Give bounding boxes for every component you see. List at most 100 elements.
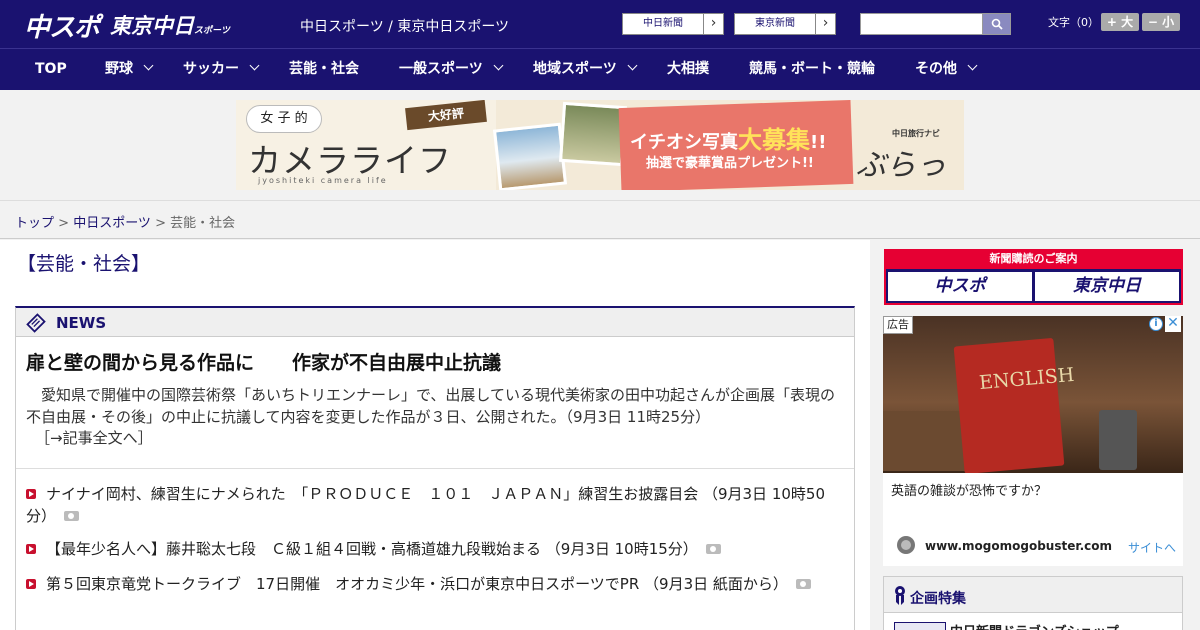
banner-headline-pre: イチオシ写真 xyxy=(630,132,738,153)
main-content: 【芸能・社会】 NEWS 扉と壁の間から見る作品に 作家が不自由展中止抗議 愛知… xyxy=(0,240,870,630)
nav-item-label: 芸能・社会 xyxy=(289,61,359,77)
chevron-down-icon xyxy=(627,60,638,71)
news-list-item[interactable]: 【最年少名人へ】藤井聡太七段 Ｃ級１組４回戦・高橋道雄九段戦始まる （9月3日 … xyxy=(26,538,846,560)
nav-item-baseball[interactable]: 野球 xyxy=(105,49,154,90)
chevron-down-icon xyxy=(493,60,504,71)
feature-item-link[interactable]: 中日新聞ドラゴンズショップ xyxy=(950,621,1119,630)
subscribe-chuspo-button[interactable]: 中スポ xyxy=(888,272,1032,301)
ad-unit[interactable]: ENGLISH 広告 i ✕ 英語の雑談が恐怖ですか？ www.mogomogo… xyxy=(883,316,1183,566)
read-more-link[interactable]: ［→記事全文へ］ xyxy=(35,427,153,448)
nav-item-label: 野球 xyxy=(105,61,133,77)
tokyo-chunichi-logo-text: 東京中日 xyxy=(110,14,194,38)
news-list-item[interactable]: 第５回東京竜党トークライブ 17日開催 オオカミ少年・浜口が東京中日スポーツでP… xyxy=(26,573,846,595)
divider xyxy=(16,468,854,469)
breadcrumb: トップ > 中日スポーツ > 芸能・社会 xyxy=(15,212,235,231)
arrow-bullet-icon xyxy=(26,489,36,499)
close-icon[interactable]: ✕ xyxy=(1165,316,1181,332)
lead-article-body: 愛知県で開催中の国際芸術祭「あいちトリエンナーレ」で、出展している現代美術家の田… xyxy=(26,386,835,426)
main-nav: TOP 野球 サッカー 芸能・社会 一般スポーツ 地域スポーツ 大相撲 競馬・ボ… xyxy=(0,48,1200,90)
nav-item-top[interactable]: TOP xyxy=(35,49,67,90)
nav-item-general-sports[interactable]: 一般スポーツ xyxy=(399,49,504,90)
breadcrumb-current: 芸能・社会 xyxy=(170,216,236,231)
tokyo-shimbun-button[interactable]: 東京新聞 › xyxy=(734,13,836,35)
breadcrumb-chunichi-link[interactable]: 中日スポーツ xyxy=(73,216,151,231)
page-title: 【芸能・社会】 xyxy=(17,253,151,275)
banner-photo xyxy=(492,122,568,190)
banner-headline: イチオシ写真大募集!! xyxy=(630,120,826,155)
chunichi-shimbun-button[interactable]: 中日新聞 › xyxy=(622,13,724,35)
nav-item-label: サッカー xyxy=(183,61,239,77)
news-item-text: ナイナイ岡村、練習生にナメられた 「ＰＲＯＤＵＣＥ １０１ ＪＡＰＡＮ」練習生お… xyxy=(26,485,826,525)
nav-item-label: TOP xyxy=(35,61,67,77)
arrow-bullet-icon xyxy=(26,544,36,554)
news-item-text: 【最年少名人へ】藤井聡太七段 Ｃ級１組４回戦・高橋道雄九段戦始まる （9月3日 … xyxy=(46,540,698,558)
banner-bubble: 女 子 的 xyxy=(246,105,322,133)
arrow-bullet-icon xyxy=(26,579,36,589)
banner-photo xyxy=(558,101,628,167)
font-smaller-button[interactable]: − 小 xyxy=(1142,13,1180,31)
banner-title: カメラライフ xyxy=(248,141,452,180)
info-icon[interactable]: i xyxy=(1149,317,1163,331)
book-image xyxy=(953,337,1065,473)
font-size-label: 文字（0） xyxy=(1048,16,1099,29)
tokyo-chunichi-logo[interactable]: 東京中日スポーツ xyxy=(110,10,230,40)
nav-item-regional-sports[interactable]: 地域スポーツ xyxy=(533,49,638,90)
chevron-right-icon: › xyxy=(815,14,835,34)
news-header: NEWS xyxy=(16,308,854,337)
search-button[interactable] xyxy=(982,13,1011,35)
news-label: NEWS xyxy=(56,314,107,332)
subscribe-title: 新聞購読のご案内 xyxy=(884,249,1183,269)
nav-item-label: その他 xyxy=(915,61,957,77)
breadcrumb-sep: > xyxy=(150,216,171,231)
banner-subline: 抽選で豪華賞品プレゼント!! xyxy=(646,156,814,171)
camera-life-banner[interactable]: 女 子 的 カメラライフ jyoshiteki camera life 大好評 … xyxy=(236,100,964,190)
nav-item-label: 一般スポーツ xyxy=(399,61,483,77)
chevron-down-icon xyxy=(967,60,978,71)
camera-icon xyxy=(795,579,811,589)
banner-subtitle: jyoshiteki camera life xyxy=(258,176,388,185)
news-list-item[interactable]: ナイナイ岡村、練習生にナメられた 「ＰＲＯＤＵＣＥ １０１ ＪＡＰＡＮ」練習生お… xyxy=(26,483,846,527)
feature-section: 企画特集 中日新聞ドラゴンズショップ xyxy=(883,576,1183,630)
nav-item-label: 大相撲 xyxy=(667,61,709,77)
book-image xyxy=(883,411,965,471)
breadcrumb-sep: > xyxy=(54,216,74,231)
feature-header: 企画特集 xyxy=(884,577,1182,613)
breadcrumb-bar: トップ > 中日スポーツ > 芸能・社会 xyxy=(0,200,1200,239)
banner-brand: ぶらっ人 xyxy=(856,148,946,183)
globe-icon xyxy=(897,536,915,554)
feature-thumbnail[interactable] xyxy=(894,622,946,630)
banner-headline-post: !! xyxy=(810,132,827,153)
breadcrumb-top-link[interactable]: トップ xyxy=(15,216,54,231)
tokyo-chunichi-logo-sub: スポーツ xyxy=(194,26,230,36)
chevron-down-icon xyxy=(249,60,260,71)
site-header: 中スポ 東京中日スポーツ 中日スポーツ / 東京中日スポーツ 中日新聞 › 東京… xyxy=(0,0,1200,48)
nav-item-label: 地域スポーツ xyxy=(533,61,617,77)
subscribe-box: 新聞購読のご案内 中スポ 東京中日 xyxy=(884,249,1183,305)
chunichi-shimbun-label: 中日新聞 xyxy=(643,18,683,29)
camera-icon xyxy=(705,544,721,554)
ad-visit-link[interactable]: サイトへ xyxy=(1128,539,1176,556)
ad-image[interactable]: ENGLISH xyxy=(883,316,1183,473)
ad-label: 広告 xyxy=(883,316,913,334)
nav-item-other[interactable]: その他 xyxy=(915,49,978,90)
nav-item-sumo[interactable]: 大相撲 xyxy=(667,49,709,90)
search-icon xyxy=(991,18,1003,30)
ad-headline[interactable]: 英語の雑談が恐怖ですか？ xyxy=(891,480,1047,499)
nav-item-entertainment[interactable]: 芸能・社会 xyxy=(289,49,359,90)
nav-item-soccer[interactable]: サッカー xyxy=(183,49,260,90)
chuspo-logo[interactable]: 中スポ xyxy=(24,7,100,44)
subscribe-tokyo-button[interactable]: 東京中日 xyxy=(1035,272,1179,301)
site-title: 中日スポーツ / 東京中日スポーツ xyxy=(300,19,510,35)
lead-article-title[interactable]: 扉と壁の間から見る作品に 作家が不自由展中止抗議 xyxy=(26,348,501,375)
banner-brand-small: 中日旅行ナビ xyxy=(892,129,940,138)
search-input[interactable] xyxy=(860,13,983,35)
news-item-text: 第５回東京竜党トークライブ 17日開催 オオカミ少年・浜口が東京中日スポーツでP… xyxy=(46,575,788,593)
nav-item-label: 競馬・ボート・競輪 xyxy=(749,61,875,77)
news-icon xyxy=(26,313,46,333)
chevron-down-icon xyxy=(143,60,154,71)
ad-url: www.mogomogobuster.com xyxy=(925,539,1112,553)
feature-title: 企画特集 xyxy=(910,591,966,607)
nav-item-racing[interactable]: 競馬・ボート・競輪 xyxy=(749,49,875,90)
font-larger-button[interactable]: + 大 xyxy=(1101,13,1139,31)
banner-headline-big: 大募集 xyxy=(738,126,810,154)
